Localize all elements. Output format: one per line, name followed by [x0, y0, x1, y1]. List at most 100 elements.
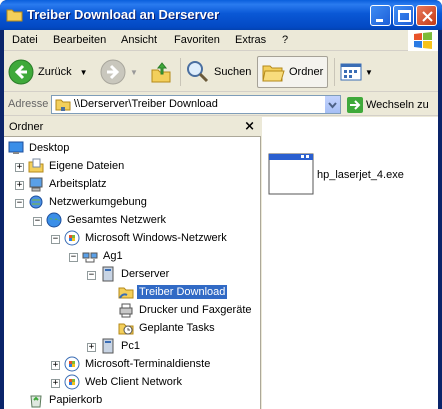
- views-button[interactable]: ▼: [339, 56, 375, 88]
- tree-item-label: Web Client Network: [85, 375, 182, 388]
- file-item[interactable]: hp_laserjet_4.exe: [268, 153, 404, 197]
- tree-item-label: Treiber Download: [137, 284, 228, 299]
- tree-item-label: Papierkorb: [49, 393, 103, 406]
- address-label: Adresse: [8, 98, 49, 110]
- address-dropdown-button[interactable]: [324, 96, 340, 113]
- tree-item-web-client-network[interactable]: Web Client Network: [64, 373, 184, 390]
- title-bar[interactable]: Treiber Download an Derserver: [0, 0, 442, 30]
- window-client: Datei Bearbeiten Ansicht Favoriten Extra…: [4, 30, 438, 409]
- views-dropdown-icon[interactable]: ▼: [365, 68, 373, 77]
- go-arrow-icon: [347, 97, 363, 113]
- tree-item-treiber-download[interactable]: Treiber Download: [118, 283, 228, 300]
- tree-item-label: Desktop: [29, 141, 70, 154]
- expand-toggle[interactable]: +: [15, 181, 24, 190]
- file-list-pane: hp_laserjet_4.exe: [262, 117, 438, 409]
- tree-item-label: Microsoft-Terminaldienste: [85, 357, 211, 370]
- server-icon: [102, 266, 114, 281]
- search-button[interactable]: Suchen: [186, 56, 254, 88]
- expand-toggle[interactable]: +: [87, 343, 96, 352]
- maximize-icon: [398, 10, 411, 22]
- expand-toggle[interactable]: +: [15, 163, 24, 172]
- search-label: Suchen: [214, 66, 252, 78]
- globe-icon: [46, 212, 62, 227]
- close-icon: [422, 11, 433, 22]
- tree-item-desktop[interactable]: Desktop: [8, 139, 71, 156]
- minimize-button[interactable]: [370, 5, 391, 26]
- views-icon: [340, 63, 362, 81]
- network-folder-icon: [55, 99, 71, 111]
- menu-favoriten[interactable]: Favoriten: [174, 34, 220, 46]
- desktop-icon: [8, 141, 24, 154]
- menu-extras[interactable]: Extras: [235, 34, 266, 46]
- toolbar-separator: [180, 58, 181, 86]
- network-places-icon: [29, 195, 43, 208]
- collapse-toggle[interactable]: −: [15, 199, 24, 208]
- tree-item-pc1[interactable]: Pc1: [100, 337, 142, 354]
- windows-flag-icon: [414, 32, 432, 49]
- printer-icon: [119, 303, 133, 317]
- up-folder-icon: [151, 62, 171, 83]
- tree-item-label: Eigene Dateien: [49, 159, 125, 172]
- folders-label: Ordner: [289, 66, 324, 78]
- explorer-window: Treiber Download an Derserver Datei Bear…: [0, 0, 442, 409]
- back-button[interactable]: Zurück ▼: [8, 56, 96, 88]
- menu-ansicht[interactable]: Ansicht: [121, 34, 157, 46]
- back-dropdown-icon[interactable]: ▼: [80, 68, 88, 77]
- tree-item-label: Netzwerkumgebung: [49, 195, 147, 208]
- search-icon: [187, 61, 209, 83]
- tree-item-label: Arbeitsplatz: [49, 177, 107, 190]
- window-title: Treiber Download an Derserver: [27, 7, 220, 22]
- shared-folder-icon: [118, 287, 134, 299]
- folder-pane-header: Ordner ×: [4, 117, 261, 137]
- tree-item-label: Drucker und Faxgeräte: [139, 303, 252, 316]
- tree-item-microsoft-terminaldienste[interactable]: Microsoft-Terminaldienste: [64, 355, 212, 372]
- tree-item-label: Ag1: [103, 249, 123, 262]
- forward-dropdown-icon[interactable]: ▼: [130, 68, 138, 77]
- workgroup-icon: [82, 252, 98, 262]
- collapse-toggle[interactable]: −: [51, 235, 60, 244]
- tree-item-microsoft-windows-netzwerk[interactable]: Microsoft Windows-Netzwerk: [64, 229, 229, 246]
- go-button[interactable]: Wechseln zu: [347, 97, 429, 113]
- tree-item-gesamtes-netzwerk[interactable]: Gesamtes Netzwerk: [46, 211, 168, 228]
- expand-toggle[interactable]: +: [51, 361, 60, 370]
- address-value: \\Derserver\Treiber Download: [74, 98, 218, 110]
- tree-item-geplante-tasks[interactable]: Geplante Tasks: [118, 319, 217, 336]
- tree-item-ag1[interactable]: Ag1: [82, 247, 125, 264]
- close-button[interactable]: [416, 5, 437, 26]
- recycle-bin-icon: [30, 395, 42, 407]
- windows-network-icon: [64, 230, 80, 245]
- folders-button[interactable]: Ordner: [257, 56, 328, 88]
- tree-item-eigene-dateien[interactable]: Eigene Dateien: [28, 157, 126, 174]
- tree-item-papierkorb[interactable]: Papierkorb: [28, 391, 104, 408]
- maximize-button[interactable]: [393, 5, 414, 26]
- up-folder-button[interactable]: [150, 56, 176, 88]
- computer-icon: [102, 338, 114, 353]
- tree-item-arbeitsplatz[interactable]: Arbeitsplatz: [28, 175, 108, 192]
- collapse-toggle[interactable]: −: [87, 271, 96, 280]
- windows-logo: [408, 30, 438, 51]
- tree-item-label: Geplante Tasks: [139, 321, 215, 334]
- menu-help[interactable]: ?: [282, 34, 288, 46]
- tree-item-label: Derserver: [121, 267, 170, 280]
- folder-open-icon: [262, 65, 285, 82]
- menu-bearbeiten[interactable]: Bearbeiten: [53, 34, 106, 46]
- tree-item-label: Gesamtes Netzwerk: [67, 213, 167, 226]
- tree-item-drucker-und-faxgeraete[interactable]: Drucker und Faxgeräte: [118, 301, 254, 318]
- go-label: Wechseln zu: [366, 99, 429, 111]
- forward-arrow-icon: [100, 59, 126, 85]
- toolbar: Zurück ▼ ▼ Suchen Ordner ▼: [4, 52, 438, 92]
- tree-item-label: Pc1: [121, 339, 140, 352]
- folder-pane-close-button[interactable]: ×: [244, 119, 255, 134]
- back-label: Zurück: [38, 66, 72, 78]
- folder-pane-title: Ordner: [9, 121, 44, 133]
- collapse-toggle[interactable]: −: [69, 253, 78, 262]
- forward-button[interactable]: ▼: [100, 56, 140, 88]
- tree-item-netzwerkumgebung[interactable]: Netzwerkumgebung: [28, 193, 149, 210]
- collapse-toggle[interactable]: −: [33, 217, 42, 226]
- expand-toggle[interactable]: +: [51, 379, 60, 388]
- address-field[interactable]: \\Derserver\Treiber Download: [51, 95, 341, 114]
- menu-datei[interactable]: Datei: [12, 34, 38, 46]
- terminal-services-icon: [64, 356, 80, 371]
- file-name: hp_laserjet_4.exe: [317, 169, 404, 181]
- tree-item-derserver[interactable]: Derserver: [100, 265, 171, 282]
